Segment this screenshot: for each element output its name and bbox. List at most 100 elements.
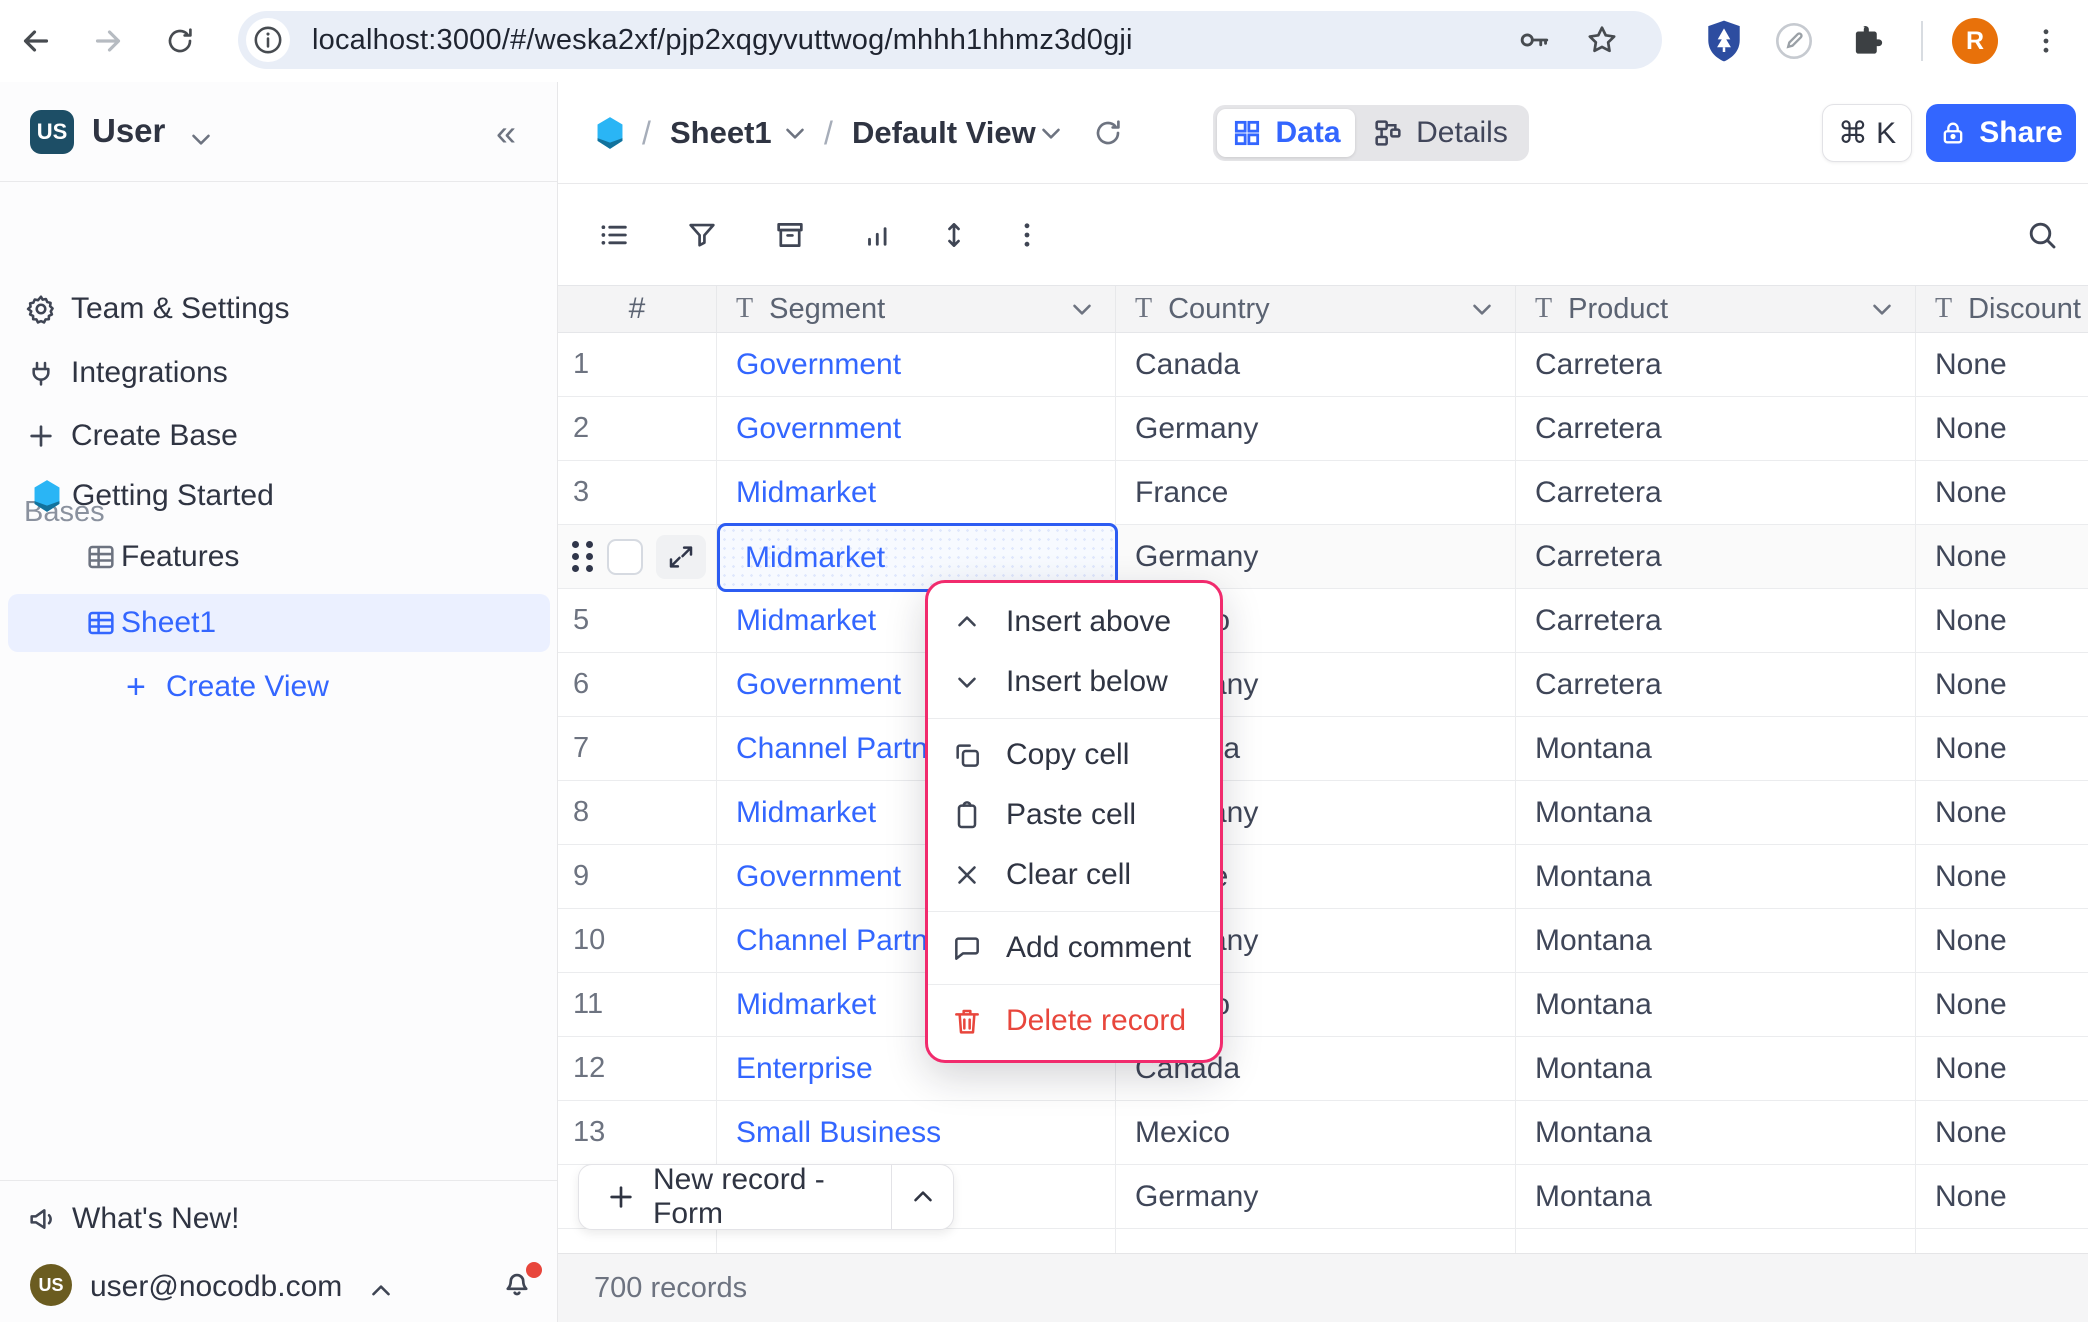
product-cell[interactable]: Montana [1516,845,1916,908]
search-icon[interactable] [2020,184,2064,285]
url-text[interactable]: localhost:3000/#/weska2xf/pjp2xqgyvuttwo… [312,24,1133,57]
table-row[interactable]: 1 Government Canada Carretera None [558,333,2088,397]
sidebar-table-features[interactable]: Features [0,528,557,586]
column-header-country[interactable]: TCountry [1116,286,1516,332]
product-cell[interactable]: Montana [1516,909,1916,972]
table-row[interactable]: 7 Channel Partners Canada Montana None [558,717,2088,781]
chevron-up-icon[interactable] [366,1276,396,1306]
notification-bell-icon[interactable] [500,1264,544,1308]
sidebar-item-integrations[interactable]: Integrations [0,344,557,402]
discount-cell[interactable]: None [1916,845,2088,908]
discount-cell[interactable]: None [1916,1165,2088,1228]
row-height-icon[interactable] [932,184,976,285]
browser-back-button[interactable] [8,0,64,82]
product-cell[interactable]: Montana [1516,781,1916,844]
row-number-cell[interactable]: 2 [558,397,717,460]
table-row[interactable] [558,1229,2088,1253]
adblock-extension-icon[interactable] [1705,0,1743,82]
context-menu-item[interactable]: Insert above [928,592,1220,652]
column-header-segment[interactable]: TSegment [717,286,1116,332]
breadcrumb-table[interactable]: Sheet1 [670,82,772,184]
discount-cell[interactable]: None [1916,909,2088,972]
sidebar-base-getting-started[interactable]: Getting Started [0,467,557,525]
command-palette-button[interactable]: ⌘ K [1822,104,1912,162]
product-cell[interactable]: Carretera [1516,461,1916,524]
segment-cell[interactable]: Small Business [717,1101,1116,1164]
table-row[interactable]: 5 Midmarket Mexico Carretera None [558,589,2088,653]
column-header-discount[interactable]: TDiscount [1916,286,2088,332]
product-cell[interactable]: Montana [1516,1165,1916,1228]
discount-cell[interactable]: None [1916,397,2088,460]
account-row[interactable]: US user@nocodb.com [0,1254,557,1316]
discount-cell[interactable]: None [1916,333,2088,396]
discount-cell[interactable]: None [1916,717,2088,780]
country-cell[interactable]: Germany [1116,525,1516,588]
table-row[interactable]: 9 Government France Montana None [558,845,2088,909]
breadcrumb-view[interactable]: Default View [852,82,1036,184]
table-row[interactable]: 10 Channel Partners Germany Montana None [558,909,2088,973]
context-menu-item[interactable]: Delete record [928,991,1220,1051]
row-number-cell[interactable]: 6 [558,653,717,716]
country-cell[interactable]: Canada [1116,333,1516,396]
account-avatar[interactable]: US [30,1264,72,1306]
discount-cell[interactable]: None [1916,525,2088,588]
browser-reload-button[interactable] [152,0,208,82]
product-cell[interactable]: Carretera [1516,333,1916,396]
group-by-icon[interactable] [768,184,812,285]
row-number-cell[interactable]: 7 [558,717,717,780]
tab-details[interactable]: Details [1355,109,1525,157]
product-cell[interactable]: Montana [1516,1101,1916,1164]
table-row[interactable]: 8 Midmarket Germany Montana None [558,781,2088,845]
sidebar-item-create-base[interactable]: Create Base [0,407,557,465]
row-number-cell[interactable]: 13 [558,1101,717,1164]
chevron-down-icon[interactable] [1467,294,1497,324]
table-row[interactable]: 2 Government Germany Carretera None [558,397,2088,461]
segment-cell[interactable]: Government [717,397,1116,460]
product-cell[interactable]: Carretera [1516,589,1916,652]
context-menu-item[interactable]: Copy cell [928,725,1220,785]
row-number-cell[interactable]: 8 [558,781,717,844]
workspace-name[interactable]: User [92,112,165,150]
tab-data[interactable]: Data [1217,109,1355,157]
table-row[interactable]: 3 Midmarket France Carretera None [558,461,2088,525]
context-menu-item[interactable]: Paste cell [928,785,1220,845]
chevron-down-icon[interactable] [186,124,216,154]
refresh-view-icon[interactable] [1092,82,1124,184]
whats-new-button[interactable]: What's New! [0,1190,557,1248]
product-cell[interactable]: Carretera [1516,397,1916,460]
chevron-down-icon[interactable] [1067,294,1097,324]
filter-icon[interactable] [680,184,724,285]
row-number-cell[interactable]: 11 [558,973,717,1036]
country-cell[interactable] [1116,1229,1516,1253]
row-number-cell[interactable]: 10 [558,909,717,972]
chevron-down-icon[interactable] [1036,82,1066,184]
context-menu-item[interactable]: Clear cell [928,845,1220,905]
base-hexagon-icon[interactable] [595,82,625,184]
country-cell[interactable]: Germany [1116,397,1516,460]
new-record-main[interactable]: New record - Form [579,1165,891,1229]
site-info-icon[interactable] [246,18,290,62]
discount-cell[interactable]: None [1916,1101,2088,1164]
table-row[interactable]: 6 Government Germany Carretera None [558,653,2088,717]
drag-handle-icon[interactable] [572,541,594,573]
country-cell[interactable]: Germany [1116,1165,1516,1228]
product-cell[interactable]: Carretera [1516,525,1916,588]
table-row[interactable]: 13 Small Business Mexico Montana None [558,1101,2088,1165]
toolbar-more-icon[interactable] [1005,184,1049,285]
country-cell[interactable]: Mexico [1116,1101,1516,1164]
segment-cell[interactable]: Government [717,333,1116,396]
row-number-cell[interactable]: 9 [558,845,717,908]
discount-cell[interactable]: None [1916,653,2088,716]
product-cell[interactable]: Montana [1516,717,1916,780]
row-number-cell[interactable]: 5 [558,589,717,652]
discount-cell[interactable]: None [1916,461,2088,524]
row-number-cell[interactable]: 3 [558,461,717,524]
bookmark-star-icon[interactable] [1584,11,1620,69]
table-row[interactable]: 12 Enterprise Canada Montana None [558,1037,2088,1101]
product-cell[interactable]: Montana [1516,973,1916,1036]
country-cell[interactable]: France [1116,461,1516,524]
chevron-down-icon[interactable] [1867,294,1897,324]
row-number-cell[interactable] [558,1229,717,1253]
segment-cell[interactable]: Midmarket [717,461,1116,524]
table-row[interactable]: 11 Midmarket Mexico Montana None [558,973,2088,1037]
